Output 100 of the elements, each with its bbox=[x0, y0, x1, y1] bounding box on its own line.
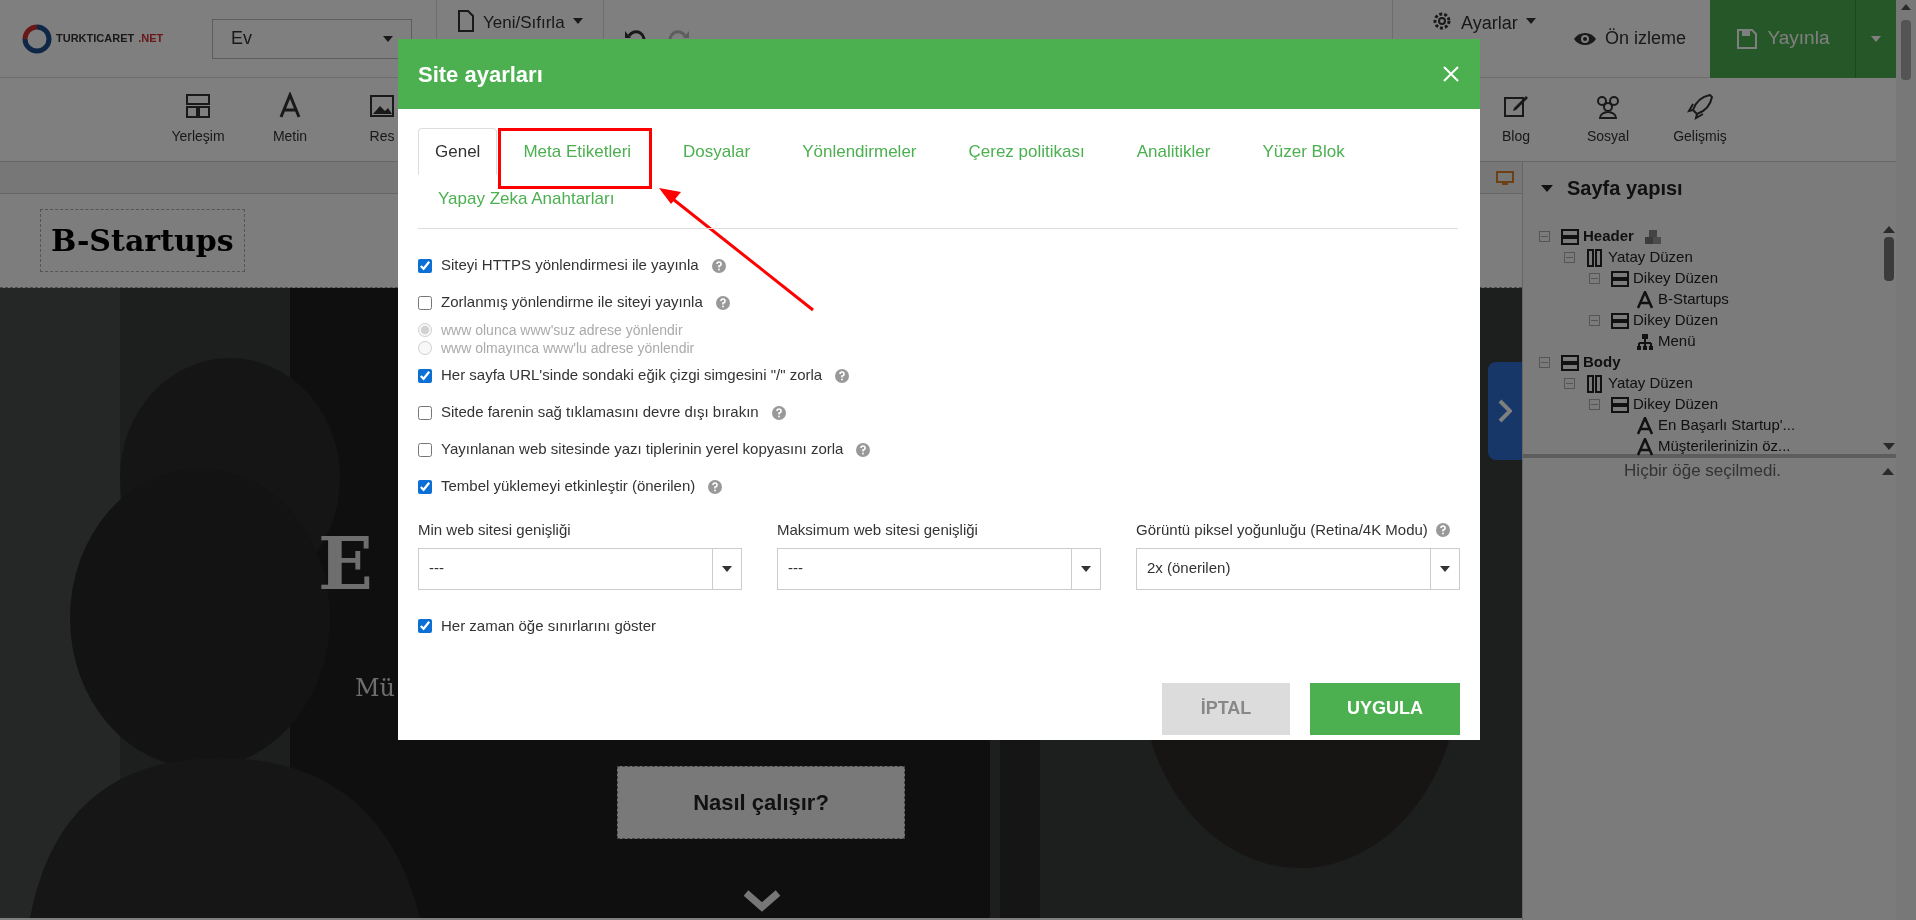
columns-icon bbox=[1586, 248, 1604, 267]
settings-button[interactable]: Ayarlar bbox=[1393, 0, 1553, 78]
page-select[interactable]: Ev bbox=[212, 18, 412, 59]
apply-button[interactable]: UYGULA bbox=[1310, 682, 1460, 735]
text-icon bbox=[1636, 416, 1654, 435]
logo-text: TURKTICARET bbox=[56, 31, 135, 47]
select-field[interactable]: --- bbox=[777, 547, 1101, 590]
tab[interactable]: Analitikler bbox=[1116, 128, 1231, 175]
checkbox[interactable] bbox=[418, 258, 432, 273]
rocket-icon bbox=[1686, 92, 1714, 120]
logo-icon bbox=[22, 23, 52, 54]
side-toggle-tab[interactable] bbox=[1488, 362, 1522, 460]
toolbar-button[interactable]: Sosyal bbox=[1562, 92, 1654, 147]
tab[interactable]: Dosyalar bbox=[663, 128, 771, 175]
field-label: Görüntü piksel yoğunluğu (Retina/4K Modu) bbox=[1136, 520, 1428, 540]
tab[interactable]: Çerez politikası bbox=[948, 128, 1105, 175]
checkbox[interactable] bbox=[418, 368, 432, 383]
option-label: www olmayınca www'lu adrese yönlendir bbox=[441, 338, 695, 358]
site-logo-text: B-Startups bbox=[51, 223, 234, 258]
panel-title: Sayfa yapısı bbox=[1567, 176, 1683, 201]
toolbar-button[interactable]: Yerleşim bbox=[152, 92, 244, 147]
help-icon[interactable] bbox=[856, 442, 871, 457]
columns-icon bbox=[1586, 374, 1604, 393]
caret-icon bbox=[1081, 565, 1091, 572]
monitor-icon[interactable] bbox=[1496, 170, 1514, 185]
new-reset-button[interactable]: Yeni/Sıfırla bbox=[483, 9, 565, 35]
field-label: Min web sitesi genişliği bbox=[418, 520, 571, 540]
help-icon[interactable] bbox=[835, 368, 850, 383]
rows-icon bbox=[1611, 269, 1629, 288]
tree-item[interactable]: Dikey Düzen bbox=[1633, 309, 1719, 332]
tree-item[interactable]: B-Startups bbox=[1658, 288, 1729, 311]
toolbar-button[interactable]: Blog bbox=[1470, 92, 1562, 147]
collapse-icon[interactable] bbox=[1541, 184, 1553, 192]
select-field[interactable]: --- bbox=[418, 547, 742, 590]
tab[interactable]: Yapay Zeka Anahtarları bbox=[418, 175, 635, 222]
image-icon bbox=[368, 92, 396, 120]
option-label: Her sayfa URL'sinde sondaki eğik çizgi simgesini "/" zorla bbox=[441, 365, 823, 386]
option-label: Zorlanmış yönlendirme ile siteyi yayınla bbox=[441, 292, 703, 313]
selection-status-text: Hiçbir öğe seçilmedi. bbox=[1623, 460, 1782, 483]
hero-subtitle: Mü bbox=[355, 674, 396, 702]
checkbox[interactable] bbox=[418, 442, 432, 457]
preview-button[interactable]: Ön izleme bbox=[1553, 25, 1710, 52]
eye-icon bbox=[1573, 30, 1597, 47]
option-label: Tembel yüklemeyi etkinleştir (önerilen) bbox=[441, 476, 696, 497]
scroll-up-icon[interactable] bbox=[1883, 226, 1895, 233]
tree-item[interactable]: Dikey Düzen bbox=[1633, 267, 1719, 290]
option-label: www olunca www'suz adrese yönlendir bbox=[441, 320, 683, 340]
caret-icon bbox=[383, 35, 393, 42]
tab[interactable]: Yönlendirmeler bbox=[782, 128, 937, 175]
scrollbar-thumb[interactable] bbox=[1901, 20, 1911, 80]
tree-item[interactable]: Body bbox=[1583, 351, 1621, 374]
logo-suffix-text: .NET bbox=[138, 31, 164, 47]
caret-icon bbox=[722, 565, 732, 572]
rows-icon bbox=[1611, 395, 1629, 414]
caret-icon bbox=[1871, 35, 1881, 42]
scroll-up-icon[interactable] bbox=[1901, 4, 1911, 10]
toolbar-button[interactable]: Metin bbox=[244, 92, 336, 147]
checkbox[interactable] bbox=[418, 405, 432, 420]
checkbox[interactable] bbox=[418, 479, 432, 494]
help-icon[interactable] bbox=[1435, 523, 1450, 538]
caret-icon bbox=[1440, 565, 1450, 572]
layout-icon bbox=[184, 92, 212, 120]
caret-icon bbox=[1525, 17, 1536, 24]
chevron-right-icon bbox=[1498, 399, 1512, 423]
checkbox[interactable] bbox=[418, 295, 432, 310]
select-field[interactable]: 2x (önerilen) bbox=[1136, 547, 1460, 590]
how-it-works-button[interactable]: Nasıl çalışır? bbox=[617, 766, 905, 839]
sitemap-icon bbox=[1636, 332, 1654, 351]
hero-headline: E bbox=[318, 521, 373, 606]
scrollbar-thumb[interactable] bbox=[1884, 237, 1894, 281]
tree-item[interactable]: Dikey Düzen bbox=[1633, 393, 1719, 416]
tab[interactable]: Yüzer Blok bbox=[1242, 128, 1365, 175]
chevron-down-icon[interactable] bbox=[742, 889, 782, 913]
tree-item[interactable]: Müşterilerinizin öz... bbox=[1658, 435, 1791, 458]
checkbox[interactable] bbox=[418, 619, 432, 633]
help-icon[interactable] bbox=[708, 479, 723, 494]
text-icon bbox=[1636, 290, 1654, 309]
option-label: Sitede farenin sağ tıklamasını devre dışı bırakın bbox=[441, 402, 759, 423]
help-icon[interactable] bbox=[715, 295, 730, 310]
tree-item[interactable]: Yatay Düzen bbox=[1608, 246, 1693, 269]
scroll-down-icon[interactable] bbox=[1883, 443, 1895, 450]
toolbar-button[interactable]: Gelişmiş bbox=[1654, 92, 1746, 147]
help-icon[interactable] bbox=[711, 258, 726, 273]
option-label: Her zaman öğe sınırlarını göster bbox=[441, 615, 657, 636]
cancel-button[interactable]: İPTAL bbox=[1162, 682, 1290, 735]
option-label: Yayınlanan web sitesinde yazı tiplerinin yerel kopyasını zorla bbox=[441, 439, 844, 460]
tab[interactable]: Meta Etiketleri bbox=[503, 128, 652, 175]
rows-icon bbox=[1561, 353, 1579, 372]
field-label: Maksimum web sitesi genişliği bbox=[777, 520, 978, 540]
tree-item[interactable]: Menü bbox=[1658, 330, 1696, 353]
help-icon[interactable] bbox=[771, 405, 786, 420]
tree-item[interactable]: Yatay Düzen bbox=[1608, 372, 1693, 395]
dialog-title: Site ayarları bbox=[418, 60, 543, 89]
expand-up-icon[interactable] bbox=[1882, 467, 1894, 475]
rows-icon bbox=[1611, 311, 1629, 330]
text-icon bbox=[1636, 437, 1654, 456]
tree-item[interactable]: Header bbox=[1583, 225, 1634, 248]
tab[interactable]: Genel bbox=[418, 128, 498, 175]
close-icon[interactable] bbox=[1442, 65, 1460, 83]
tree-item[interactable]: En Başarlı Startup'... bbox=[1658, 414, 1796, 437]
